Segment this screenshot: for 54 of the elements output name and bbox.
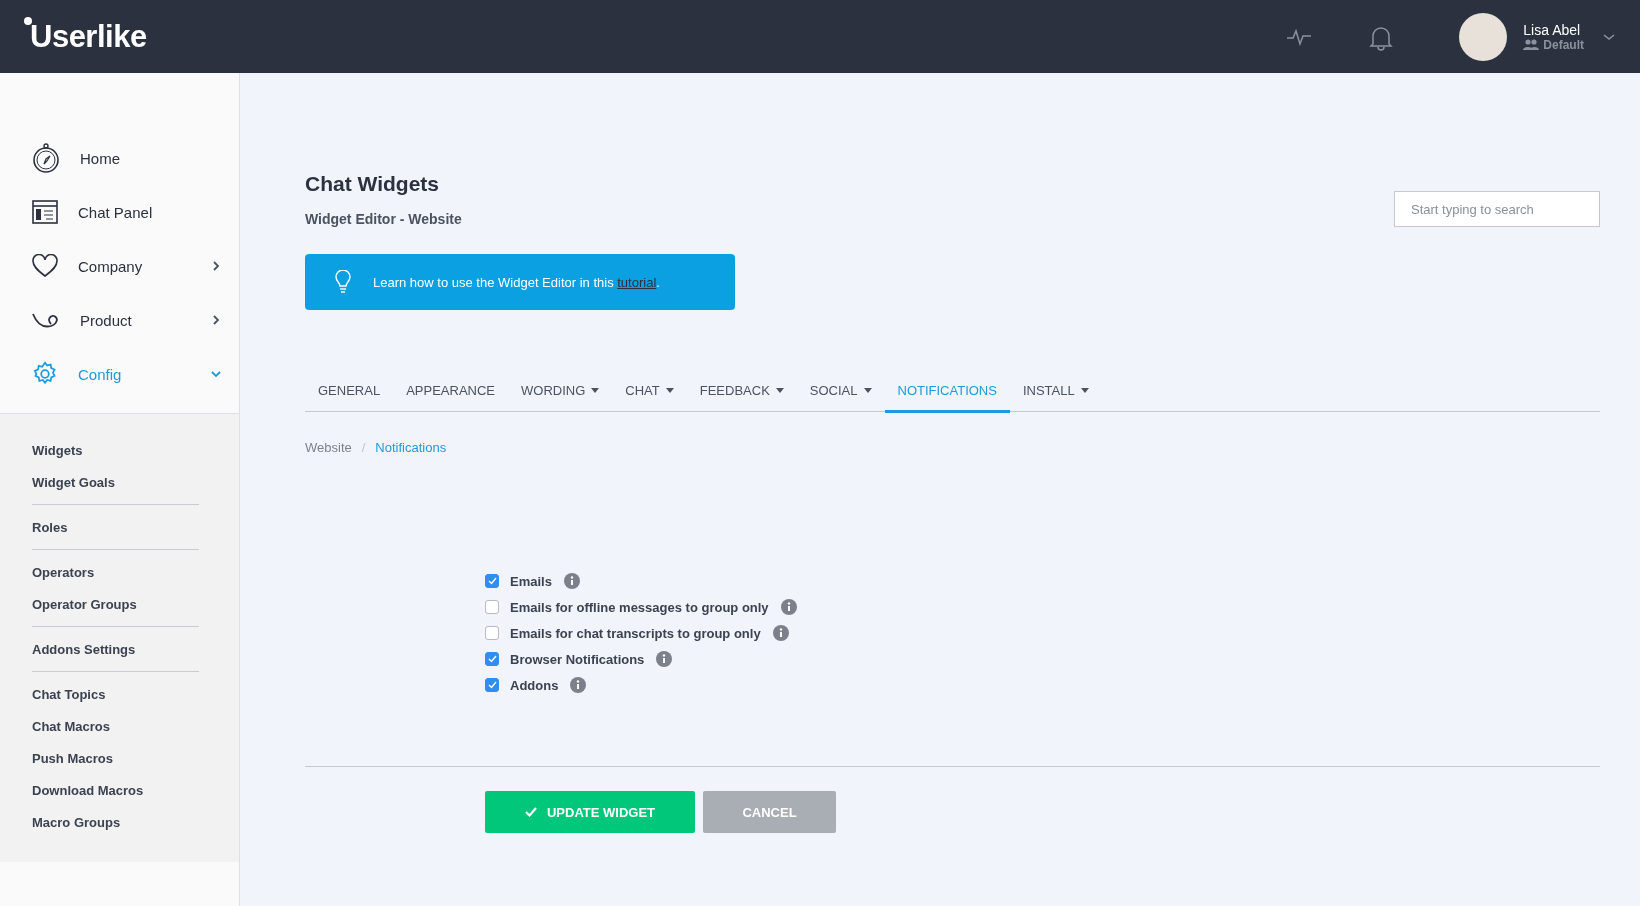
- tab[interactable]: SOCIAL: [796, 370, 885, 413]
- users-icon: [1523, 39, 1540, 50]
- user-role: Default: [1523, 37, 1584, 52]
- submenu-item[interactable]: Chat Macros: [32, 710, 199, 742]
- tab[interactable]: CHAT: [612, 370, 687, 413]
- checkbox[interactable]: [485, 574, 499, 588]
- option-label: Emails for chat transcripts to group only: [510, 625, 761, 641]
- info-icon[interactable]: [656, 651, 673, 667]
- window-icon: [32, 200, 58, 224]
- breadcrumb-separator: /: [361, 440, 366, 455]
- option-label: Browser Notifications: [510, 651, 645, 667]
- nav-item[interactable]: Home: [0, 131, 239, 185]
- checkbox[interactable]: [485, 600, 499, 614]
- chevron-icon[interactable]: [1602, 31, 1616, 42]
- nav-item[interactable]: Company: [0, 239, 239, 293]
- info-icon[interactable]: [780, 599, 797, 615]
- page-title: Chat Widgets: [305, 172, 440, 196]
- submenu-item[interactable]: Widget Goals: [32, 466, 199, 498]
- tab[interactable]: INSTALL: [1009, 370, 1102, 413]
- breadcrumb-item[interactable]: Website: [305, 440, 352, 455]
- option-label: Emails for offline messages to group only: [510, 599, 769, 615]
- checkbox[interactable]: [485, 626, 499, 640]
- settings-icon: [32, 361, 58, 387]
- logo: Userlike: [26, 18, 147, 55]
- option-label: Addons: [510, 677, 559, 693]
- info-icon[interactable]: [772, 625, 789, 641]
- lightbulb-icon: [335, 270, 351, 294]
- heart-icon: [32, 254, 58, 278]
- option-label: Emails: [510, 573, 552, 589]
- tab[interactable]: GENERAL: [305, 370, 394, 413]
- nav-item[interactable]: Chat Panel: [0, 185, 239, 239]
- info-icon[interactable]: [570, 677, 587, 693]
- submenu-item[interactable]: Addons Settings: [32, 633, 199, 665]
- checkbox[interactable]: [485, 652, 499, 666]
- info-icon[interactable]: [563, 573, 580, 589]
- tip-text: Learn how to use the Widget Editor in this tutorial.: [373, 274, 660, 290]
- checkbox[interactable]: [485, 678, 499, 692]
- search-field[interactable]: Start typing to search: [1394, 191, 1600, 227]
- submenu-item[interactable]: Download Macros: [32, 774, 199, 806]
- submenu-item[interactable]: Push Macros: [32, 742, 199, 774]
- submenu-item[interactable]: Macro Groups: [32, 806, 199, 838]
- check-icon: [524, 807, 537, 817]
- user-name: Lisa Abel: [1523, 21, 1582, 38]
- submenu-item[interactable]: Roles: [32, 511, 199, 543]
- tab[interactable]: APPEARANCE: [393, 370, 508, 413]
- compass-icon: [32, 143, 60, 173]
- submenu-item[interactable]: Chat Topics: [32, 678, 199, 710]
- submenu-item[interactable]: Operator Groups: [32, 588, 199, 620]
- tab[interactable]: FEEDBACK: [686, 370, 797, 413]
- submenu-item[interactable]: Widgets: [32, 434, 199, 466]
- page-subtitle: Widget Editor - Website: [305, 211, 462, 227]
- nav-item[interactable]: Product: [0, 293, 239, 347]
- submenu-item[interactable]: Operators: [32, 556, 199, 588]
- tab[interactable]: WORDING: [508, 370, 613, 413]
